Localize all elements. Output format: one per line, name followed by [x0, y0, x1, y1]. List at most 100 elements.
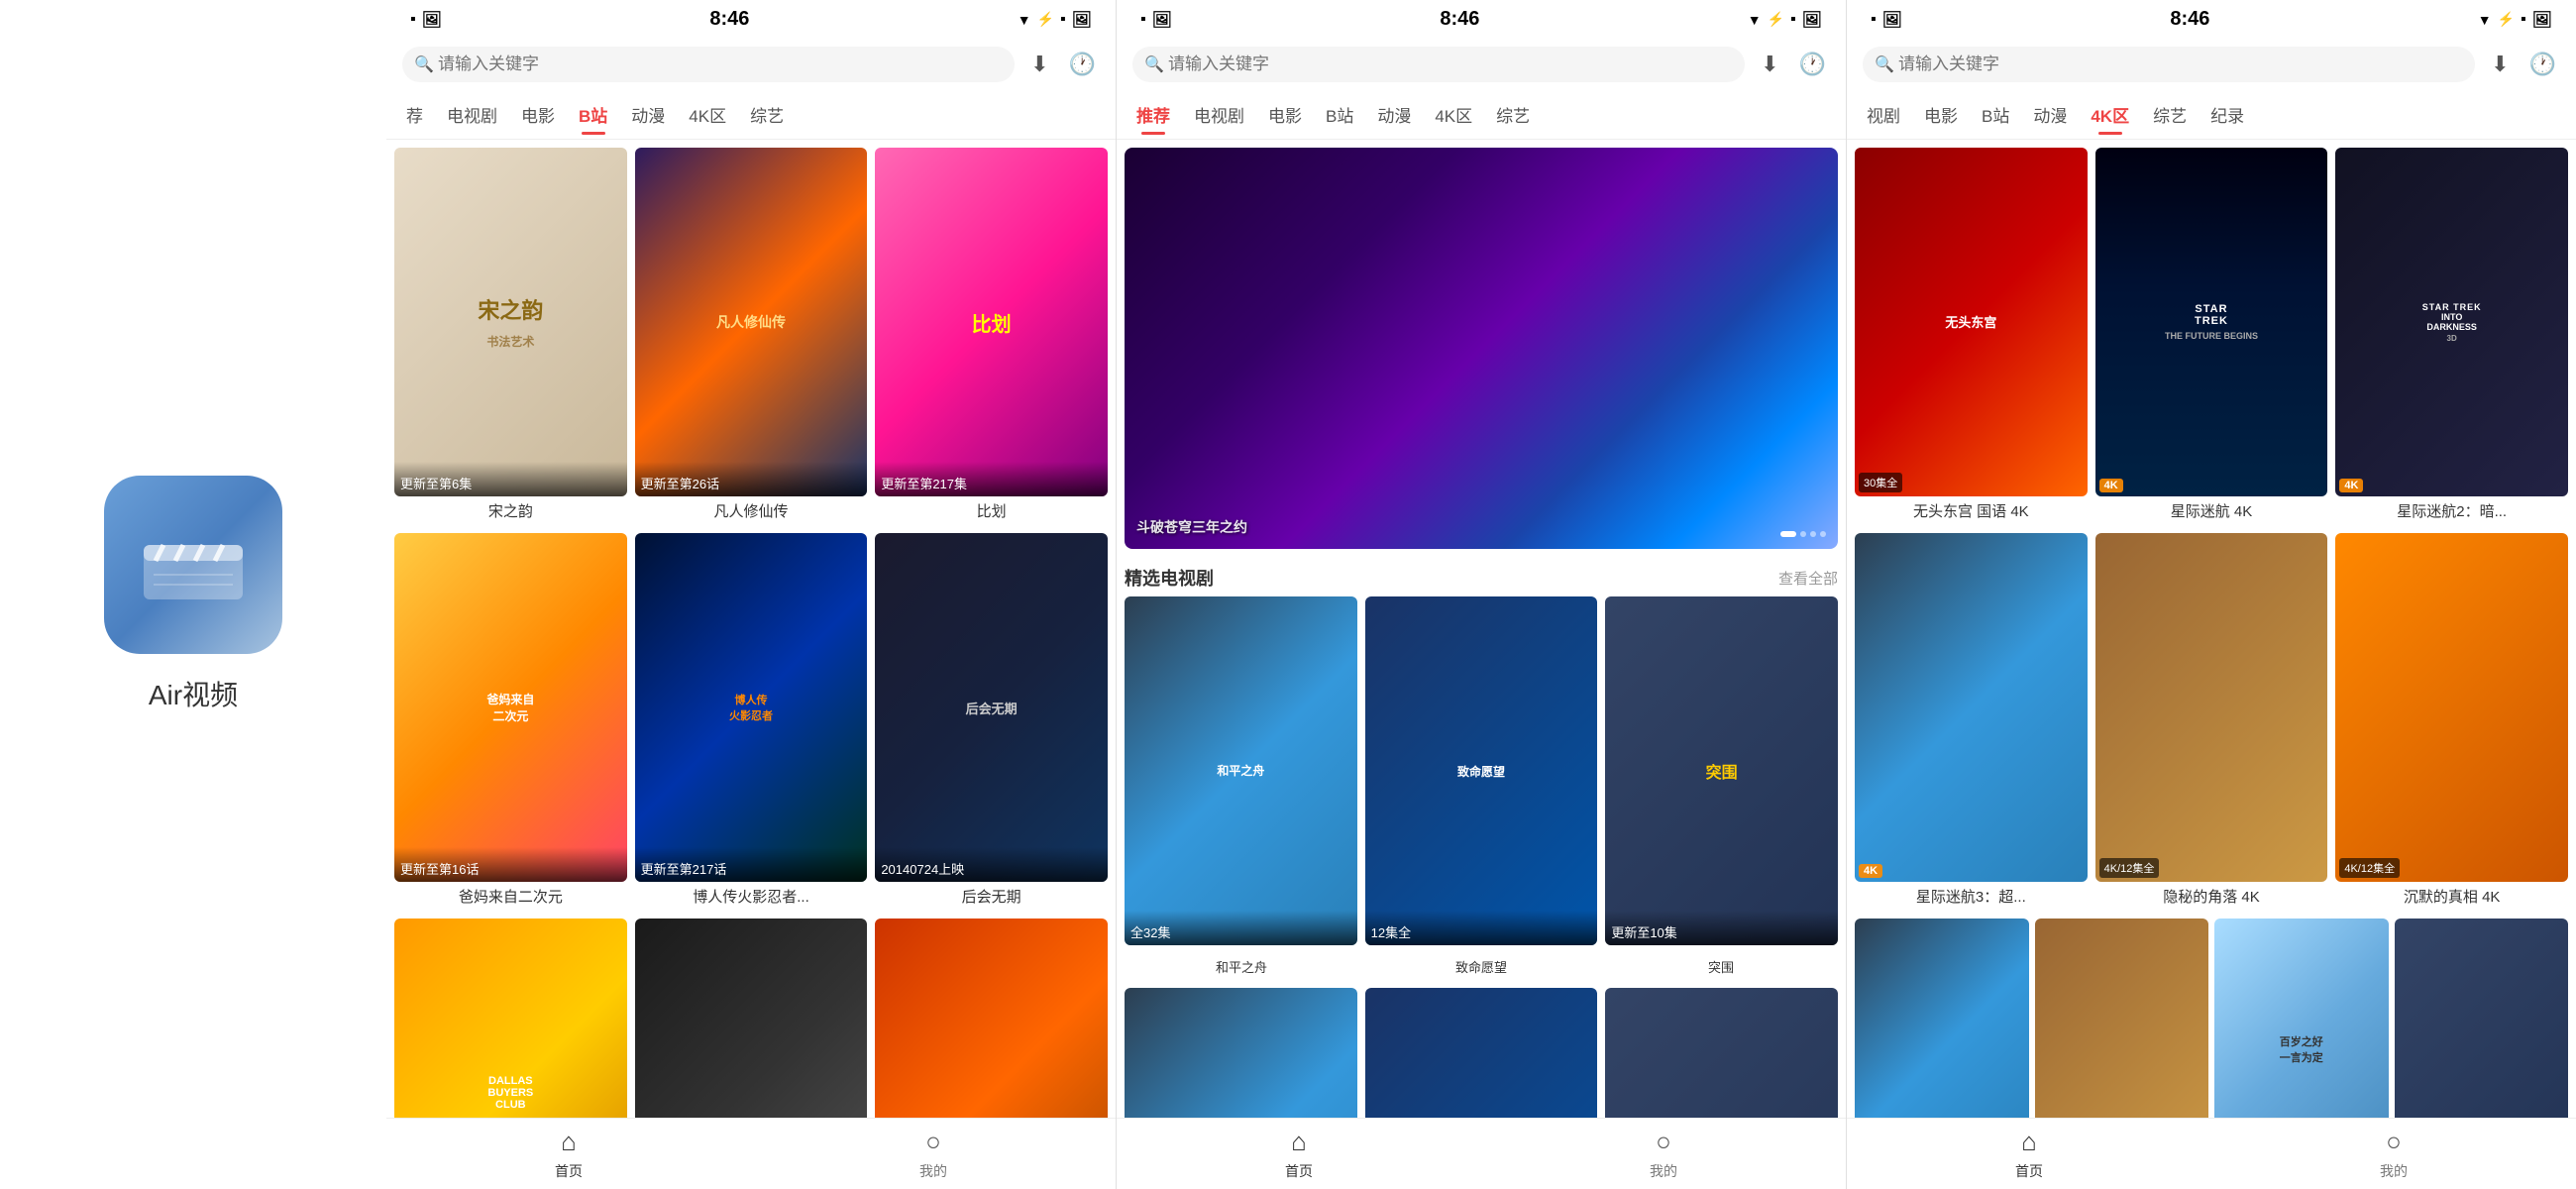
- card-wutou[interactable]: 无头东宫 30集全: [1855, 148, 2088, 496]
- card-badge: 更新至第6集: [394, 462, 627, 496]
- section-more-tv[interactable]: 查看全部: [1778, 568, 1838, 589]
- tab-rec-1[interactable]: 荐: [394, 94, 435, 135]
- nav-home-1[interactable]: ⌂ 首页: [386, 1127, 751, 1181]
- card-startrek[interactable]: STARTREK THE FUTURE BEGINS 4K: [2095, 148, 2328, 496]
- tab-variety-1[interactable]: 综艺: [738, 94, 796, 135]
- card-b4[interactable]: [2395, 919, 2569, 1118]
- list-item: 百岁之好一言为定: [2214, 919, 2389, 1118]
- tab-tv-2[interactable]: 电视剧: [1182, 94, 1256, 135]
- card-hidden[interactable]: 4K/12集全: [2095, 533, 2328, 882]
- card-peace2[interactable]: [1125, 988, 1357, 1118]
- history-icon-2[interactable]: 🕐: [1795, 48, 1830, 81]
- nav-tabs-1: 荐 电视剧 电影 B站 动漫 4K区 综艺: [386, 90, 1116, 140]
- tab-anime-2[interactable]: 动漫: [1365, 94, 1423, 135]
- card-startrek2[interactable]: STAR TREK INTO DARKNESS 3D 4K: [2335, 148, 2568, 496]
- nav-mine-label-2: 我的: [1650, 1161, 1677, 1181]
- card-fanren[interactable]: 凡人修仙传 更新至第26话: [635, 148, 868, 496]
- tab-4k-1[interactable]: 4K区: [677, 94, 738, 135]
- badge-silent: 4K/12集全: [2339, 858, 2400, 878]
- card-badge: 更新至10集: [1605, 911, 1838, 945]
- tab-rec-2[interactable]: 推荐: [1125, 94, 1182, 135]
- download-icon-3[interactable]: ⬇: [2487, 48, 2513, 81]
- panel2-content: 斗破苍穹三年之约 精选电视剧 查看全部: [1117, 140, 1846, 1118]
- tab-tv-1[interactable]: 电视剧: [435, 94, 509, 135]
- history-icon-3[interactable]: 🕐: [2525, 48, 2560, 81]
- tab-movie-2[interactable]: 电影: [1256, 94, 1314, 135]
- card-songzhiyun[interactable]: 宋之韵 书法艺术 更新至第6集: [394, 148, 627, 496]
- card-b2[interactable]: [2035, 919, 2209, 1118]
- card-subtitle: 致命愿望: [1364, 957, 1598, 976]
- tab-doc-3[interactable]: 纪录: [2199, 94, 2256, 135]
- card-badge: 更新至第217话: [635, 847, 868, 882]
- nav-mine-1[interactable]: ○ 我的: [751, 1127, 1116, 1181]
- list-item: 4K/12集全 沉默的真相 4K: [2335, 533, 2568, 907]
- app-icon: [104, 476, 282, 654]
- nav-mine-3[interactable]: ○ 我的: [2211, 1127, 2576, 1181]
- tv-cards-grid: 和平之舟 全32集 致命愿望 12集全 突围: [1125, 596, 1838, 945]
- tab-tv-3[interactable]: 视剧: [1855, 94, 1912, 135]
- card-boruto[interactable]: 博人传火影忍者 更新至第217话: [635, 533, 868, 882]
- search-wrapper-3[interactable]: 🔍: [1863, 47, 2475, 82]
- list-item: 博人传火影忍者 更新至第217话 博人传火影忍者...: [635, 533, 868, 907]
- user-icon-2: ○: [1656, 1127, 1671, 1157]
- search-bar-2: 🔍 ⬇ 🕐: [1117, 39, 1846, 90]
- badge-4k-1: 4K: [2099, 479, 2123, 492]
- user-icon-1: ○: [925, 1127, 941, 1157]
- history-icon-1[interactable]: 🕐: [1065, 48, 1100, 81]
- app-name: Air视频: [149, 674, 238, 713]
- list-item: STAR TREK INTO DARKNESS 3D 4K 星际迷航2：暗...: [2335, 148, 2568, 521]
- download-icon-1[interactable]: ⬇: [1026, 48, 1052, 81]
- download-icon-2[interactable]: ⬇: [1757, 48, 1782, 81]
- tab-bsite-1[interactable]: B站: [567, 94, 619, 135]
- card-fatal2[interactable]: [1365, 988, 1598, 1118]
- tab-4k-3[interactable]: 4K区: [2079, 94, 2141, 135]
- tab-variety-2[interactable]: 综艺: [1484, 94, 1542, 135]
- card-dark2[interactable]: [635, 919, 868, 1118]
- card-dark3[interactable]: [875, 919, 1108, 1118]
- list-item: [2395, 919, 2569, 1118]
- mid-cards: 4K 星际迷航3：超... 4K/12集全 隐秘的角落 4K: [1855, 533, 2568, 907]
- tab-variety-3[interactable]: 综艺: [2141, 94, 2199, 135]
- search-input-1[interactable]: [402, 47, 1015, 82]
- tab-anime-1[interactable]: 动漫: [619, 94, 677, 135]
- tab-bsite-2[interactable]: B站: [1314, 94, 1365, 135]
- list-item: [875, 919, 1108, 1118]
- card-baba[interactable]: 爸妈来自二次元 更新至第16话: [394, 533, 627, 882]
- card-title: 凡人修仙传: [635, 500, 868, 521]
- card-baisuihao[interactable]: 百岁之好一言为定: [2214, 919, 2389, 1118]
- card-subtitle: 和平之舟: [1125, 957, 1358, 976]
- card-fatal[interactable]: 致命愿望 12集全: [1365, 596, 1598, 945]
- featured-banner[interactable]: 斗破苍穹三年之约: [1125, 148, 1838, 549]
- list-item: 致命愿望 12集全: [1365, 596, 1598, 945]
- tab-4k-2[interactable]: 4K区: [1423, 94, 1484, 135]
- search-wrapper-1[interactable]: 🔍: [402, 47, 1015, 82]
- tab-bsite-3[interactable]: B站: [1970, 94, 2021, 135]
- card-tuwai[interactable]: 突围 更新至10集: [1605, 596, 1838, 945]
- banner-title: 斗破苍穹三年之约: [1136, 517, 1780, 537]
- card-peace[interactable]: 和平之舟 全32集: [1125, 596, 1357, 945]
- list-item: [1365, 988, 1598, 1118]
- card-title-silent: 沉默的真相 4K: [2335, 886, 2568, 907]
- card-dallas[interactable]: DALLASBUYERSCLUB: [394, 919, 627, 1118]
- nav-home-3[interactable]: ⌂ 首页: [1847, 1127, 2211, 1181]
- panel-bsite: ▪ 🖼 8:46 ▼ ⚡ ▪ 🖼 🔍 ⬇ 🕐 荐 电视剧 电影: [386, 0, 1117, 1189]
- search-icon-2: 🔍: [1144, 54, 1164, 74]
- nav-home-2[interactable]: ⌂ 首页: [1117, 1127, 1481, 1181]
- tab-anime-3[interactable]: 动漫: [2021, 94, 2079, 135]
- search-input-3[interactable]: [1863, 47, 2475, 82]
- nav-mine-2[interactable]: ○ 我的: [1481, 1127, 1846, 1181]
- list-item: STARTREK THE FUTURE BEGINS 4K 星际迷航 4K: [2095, 148, 2328, 521]
- card-b1[interactable]: [1855, 919, 2029, 1118]
- card-silent[interactable]: 4K/12集全: [2335, 533, 2568, 882]
- nav-tabs-3: 视剧 电影 B站 动漫 4K区 综艺 纪录: [1847, 90, 2576, 140]
- card-bihua[interactable]: 比划 更新至第217集: [875, 148, 1108, 496]
- tab-movie-1[interactable]: 电影: [509, 94, 567, 135]
- bottom-nav-1: ⌂ 首页 ○ 我的: [386, 1118, 1116, 1189]
- search-input-2[interactable]: [1132, 47, 1745, 82]
- search-wrapper-2[interactable]: 🔍: [1132, 47, 1745, 82]
- card-houseun[interactable]: 后会无期 20140724上映: [875, 533, 1108, 882]
- card-title-wutou: 无头东宫 国语 4K: [1855, 500, 2088, 521]
- card-tuwai2[interactable]: [1605, 988, 1838, 1118]
- tab-movie-3[interactable]: 电影: [1912, 94, 1970, 135]
- card-startrek3[interactable]: 4K: [1855, 533, 2088, 882]
